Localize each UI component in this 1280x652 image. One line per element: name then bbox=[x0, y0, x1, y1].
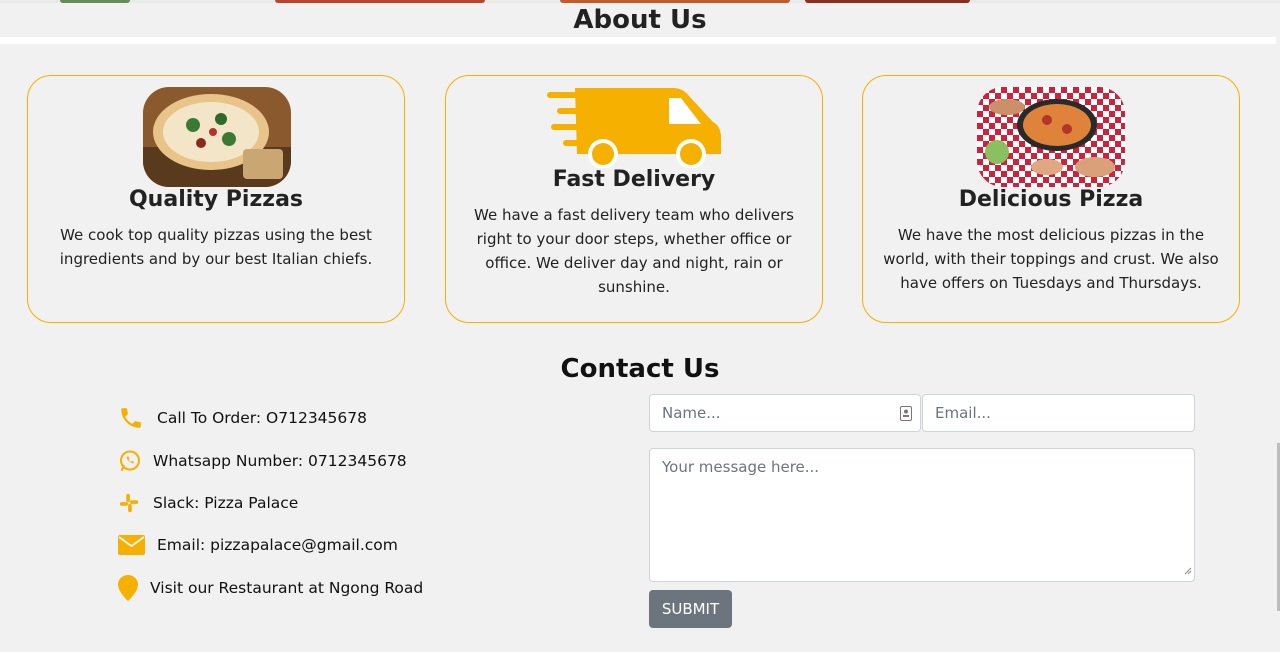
hero-image-edge bbox=[0, 0, 1280, 3]
whatsapp-icon bbox=[118, 447, 153, 475]
contact-slack: Slack: Pizza Palace bbox=[118, 489, 298, 517]
card-quality-pizzas: Quality Pizzas We cook top quality pizza… bbox=[27, 75, 405, 323]
email-placeholder: Email... bbox=[935, 404, 991, 422]
card-fast-delivery: Fast Delivery We have a fast delivery te… bbox=[445, 75, 823, 323]
card-title: Quality Pizzas bbox=[128, 187, 304, 212]
message-textarea[interactable]: Your message here... bbox=[649, 448, 1195, 582]
card-text: We have the most delicious pizzas in the… bbox=[883, 226, 1219, 292]
contact-title: Contact Us bbox=[560, 354, 720, 384]
contact-address-text: Visit our Restaurant at Ngong Road bbox=[150, 579, 424, 597]
submit-button[interactable]: SUBMIT bbox=[649, 590, 732, 628]
email-input[interactable]: Email... bbox=[922, 394, 1195, 432]
contact-whatsapp: Whatsapp Number: 0712345678 bbox=[118, 447, 407, 475]
card-title: Fast Delivery bbox=[552, 167, 716, 192]
contact-whatsapp-text: Whatsapp Number: 0712345678 bbox=[153, 452, 407, 470]
divider bbox=[0, 37, 1276, 44]
name-input[interactable]: Name... bbox=[649, 394, 921, 432]
card-text: We have a fast delivery team who deliver… bbox=[474, 206, 794, 296]
about-title: About Us bbox=[573, 5, 707, 35]
card-title: Delicious Pizza bbox=[958, 187, 1144, 212]
slack-icon bbox=[118, 489, 153, 517]
message-placeholder: Your message here... bbox=[662, 458, 820, 476]
phone-icon bbox=[118, 404, 157, 432]
pizza-image bbox=[143, 87, 291, 187]
card-delicious-pizza: Delicious Pizza We have the most delicio… bbox=[862, 75, 1240, 323]
card-text: We cook top quality pizzas using the bes… bbox=[59, 226, 373, 268]
envelope-icon bbox=[118, 531, 157, 559]
contact-phone-text: Call To Order: O712345678 bbox=[157, 409, 367, 427]
contact-card-icon bbox=[900, 406, 912, 425]
delivery-truck-icon bbox=[545, 86, 723, 169]
contact-address: Visit our Restaurant at Ngong Road bbox=[118, 574, 423, 602]
map-pin-icon bbox=[118, 574, 150, 602]
resize-handle-icon[interactable] bbox=[1184, 561, 1192, 579]
contact-slack-text: Slack: Pizza Palace bbox=[153, 494, 299, 512]
name-placeholder: Name... bbox=[662, 404, 721, 422]
pizza-table-image bbox=[977, 87, 1125, 187]
contact-email-text: Email: pizzapalace@gmail.com bbox=[157, 536, 398, 554]
contact-email: Email: pizzapalace@gmail.com bbox=[118, 531, 398, 559]
contact-phone: Call To Order: O712345678 bbox=[118, 404, 367, 432]
